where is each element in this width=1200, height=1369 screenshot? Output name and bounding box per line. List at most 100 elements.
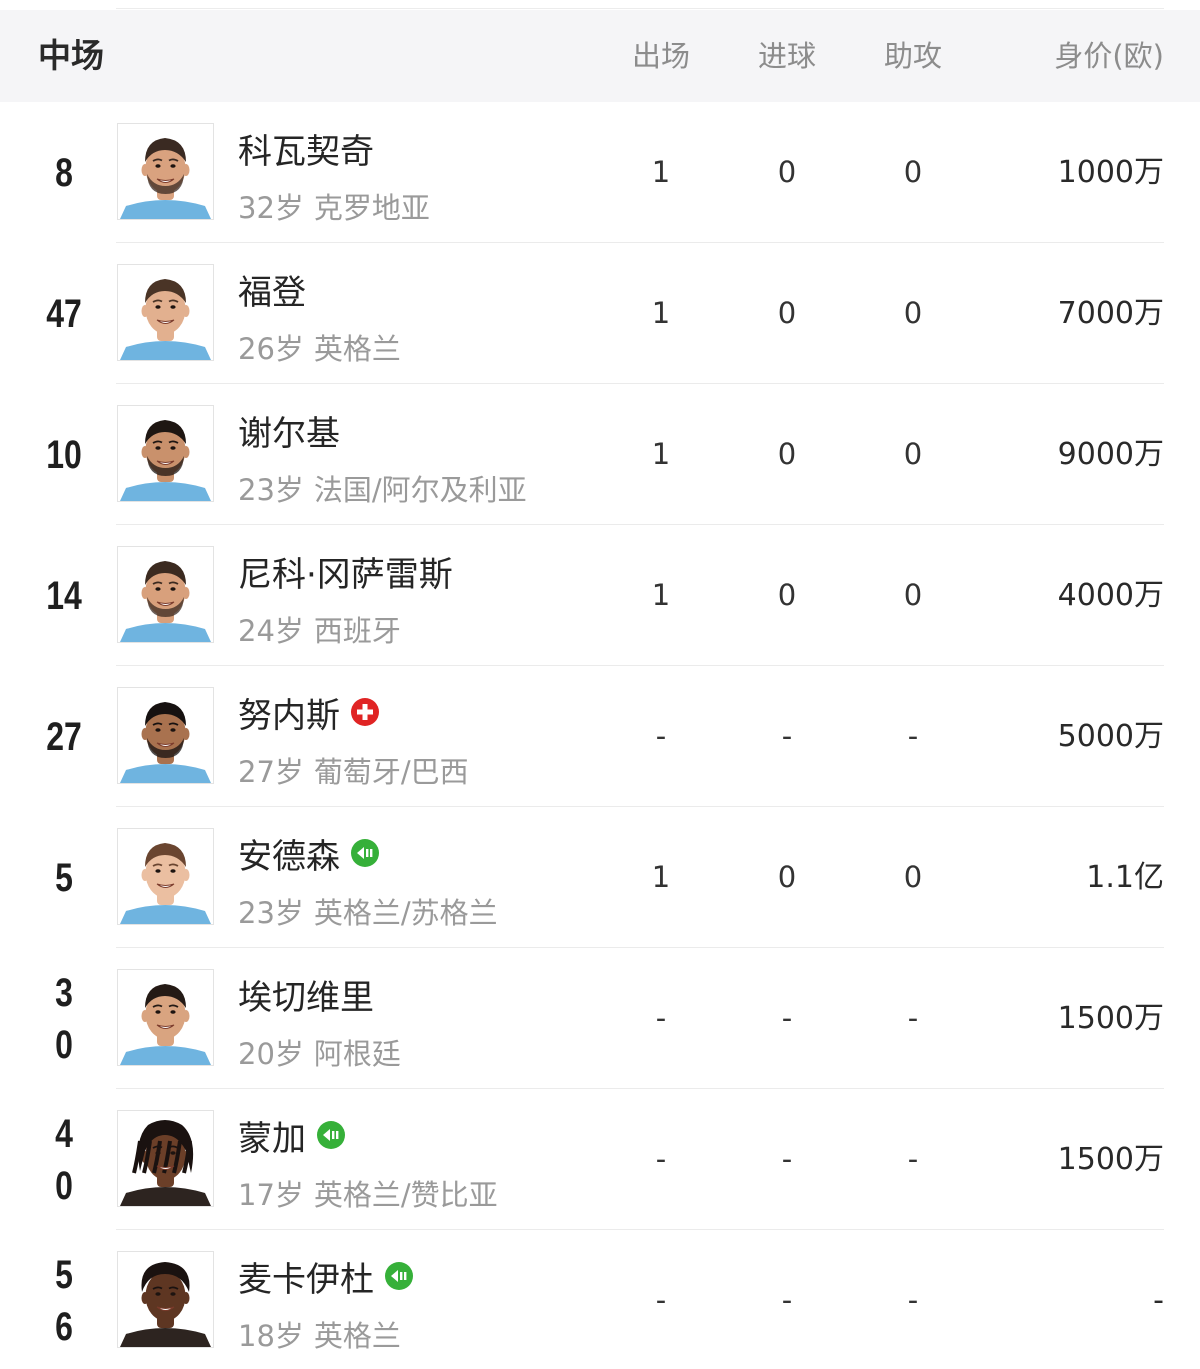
player-nationality: 阿根廷 <box>313 1037 401 1071</box>
stat-goals: - <box>781 719 793 753</box>
column-header-apps[interactable]: 出场 <box>601 10 721 102</box>
column-header-goals[interactable]: 进球 <box>727 10 847 102</box>
jersey-number-digit: 27 <box>46 714 82 759</box>
column-header-assists[interactable]: 助攻 <box>853 10 973 102</box>
player-row[interactable]: 14 尼科·冈萨雷斯 24岁 西班牙 1 0 0 4000万 <box>0 525 1200 666</box>
column-header-market-value[interactable]: 身价(欧) <box>964 10 1164 102</box>
player-name[interactable]: 福登 <box>238 267 306 313</box>
player-row[interactable]: 27 努内斯 27岁 葡萄牙/巴西 - - -5000万 <box>0 666 1200 807</box>
player-age: 32岁 <box>238 191 304 225</box>
transfer-in-icon <box>350 838 380 868</box>
jersey-number: 10 <box>37 384 91 525</box>
player-name[interactable]: 埃切维里 <box>238 972 374 1018</box>
stat-market-value: 7000万 <box>1057 296 1164 331</box>
player-photo-svg <box>118 688 213 783</box>
stat-goals: 0 <box>777 860 797 894</box>
stat-market-value: - <box>1153 1283 1164 1318</box>
player-age: 27岁 <box>238 755 304 789</box>
player-info: 17岁 英格兰/赞比亚 <box>238 1175 498 1215</box>
stat-market-value: 1000万 <box>1057 155 1164 190</box>
player-info: 27岁 葡萄牙/巴西 <box>238 752 469 792</box>
player-name-text: 尼科·冈萨雷斯 <box>238 554 453 595</box>
player-info: 20岁 阿根廷 <box>238 1034 401 1074</box>
stat-goals: 0 <box>777 437 797 471</box>
player-avatar[interactable] <box>117 828 214 925</box>
player-name[interactable]: 谢尔基 <box>238 408 340 454</box>
player-avatar[interactable] <box>117 687 214 784</box>
player-row[interactable]: 5 安德森 23岁 英格兰/苏格兰 1 0 0 1.1亿 <box>0 807 1200 948</box>
player-name[interactable]: 安德森 <box>238 831 380 877</box>
stat-market-value: 9000万 <box>1057 437 1164 472</box>
player-info: 23岁 法国/阿尔及利亚 <box>238 470 527 510</box>
player-name[interactable]: 努内斯 <box>238 690 380 736</box>
jersey-number-digit: 5 <box>55 855 73 900</box>
player-name-text: 蒙加 <box>238 1118 306 1159</box>
player-avatar[interactable] <box>117 123 214 220</box>
player-name-text: 麦卡伊杜 <box>238 1259 374 1300</box>
jersey-number-digit: 14 <box>46 573 82 618</box>
player-row[interactable]: 5 6 麦卡伊杜 18岁 英格兰 - - - - <box>0 1230 1200 1369</box>
stat-apps: - <box>655 1001 667 1035</box>
player-name[interactable]: 尼科·冈萨雷斯 <box>238 549 453 595</box>
player-avatar[interactable] <box>117 1110 214 1207</box>
player-avatar[interactable] <box>117 264 214 361</box>
player-photo-svg <box>118 265 213 360</box>
jersey-number-digit: 0 <box>55 1163 73 1208</box>
player-row[interactable]: 3 0 埃切维里 20岁 阿根廷 - - -1500万 <box>0 948 1200 1089</box>
transfer-in-icon <box>384 1261 414 1291</box>
jersey-number-digit: 47 <box>46 291 82 336</box>
player-name-text: 科瓦契奇 <box>238 131 374 172</box>
player-avatar[interactable] <box>117 1251 214 1348</box>
player-name-text: 福登 <box>238 272 306 313</box>
player-row[interactable]: 10 谢尔基 23岁 法国/阿尔及利亚 1 0 0 9000万 <box>0 384 1200 525</box>
player-row[interactable]: 8 科瓦契奇 32岁 克罗地亚 1 0 0 1000万 <box>0 102 1200 243</box>
stat-goals: - <box>781 1001 793 1035</box>
jersey-number-digit: 8 <box>55 150 73 195</box>
player-info: 32岁 克罗地亚 <box>238 188 430 228</box>
player-photo-svg <box>118 829 213 924</box>
player-age: 24岁 <box>238 614 304 648</box>
injury-cross-icon <box>350 697 380 727</box>
player-avatar[interactable] <box>117 405 214 502</box>
player-name[interactable]: 科瓦契奇 <box>238 126 374 172</box>
player-nationality: 英格兰/赞比亚 <box>313 1178 498 1212</box>
player-nationality: 英格兰 <box>313 1319 401 1353</box>
stat-market-value: 1500万 <box>1057 1001 1164 1036</box>
jersey-number-digit: 6 <box>55 1304 73 1349</box>
player-info: 18岁 英格兰 <box>238 1316 401 1356</box>
stat-market-value: 1.1亿 <box>1086 860 1164 895</box>
player-row[interactable]: 4 0 蒙加 17岁 英格兰/赞比亚 - - -1500万 <box>0 1089 1200 1230</box>
player-info: 26岁 英格兰 <box>238 329 401 369</box>
player-photo-svg <box>118 970 213 1065</box>
player-name[interactable]: 蒙加 <box>238 1113 346 1159</box>
stat-apps: 1 <box>651 578 671 612</box>
player-photo-svg <box>118 1111 213 1206</box>
player-nationality: 葡萄牙/巴西 <box>313 755 469 789</box>
table-header: 中场 出场 进球 助攻 身价(欧) <box>0 10 1200 102</box>
jersey-number: 47 <box>37 243 91 384</box>
player-name-text: 努内斯 <box>238 695 340 736</box>
stat-goals: 0 <box>777 296 797 330</box>
transfer-in-icon <box>316 1120 346 1150</box>
player-nationality: 克罗地亚 <box>313 191 430 225</box>
player-row[interactable]: 47 福登 26岁 英格兰 1 0 0 7000万 <box>0 243 1200 384</box>
stat-apps: 1 <box>651 860 671 894</box>
jersey-number-digit: 5 <box>55 1252 73 1297</box>
jersey-number: 30 <box>37 948 91 1089</box>
player-age: 26岁 <box>238 332 304 366</box>
jersey-number: 14 <box>37 525 91 666</box>
player-nationality: 英格兰/苏格兰 <box>313 896 498 930</box>
player-name-text: 谢尔基 <box>238 413 340 454</box>
player-name[interactable]: 麦卡伊杜 <box>238 1254 414 1300</box>
player-avatar[interactable] <box>117 546 214 643</box>
player-avatar[interactable] <box>117 969 214 1066</box>
top-divider <box>116 8 1164 9</box>
player-nationality: 西班牙 <box>313 614 401 648</box>
player-age: 20岁 <box>238 1037 304 1071</box>
stat-apps: 1 <box>651 296 671 330</box>
jersey-number: 40 <box>37 1089 91 1230</box>
stat-goals: 0 <box>777 578 797 612</box>
section-title: 中场 <box>38 36 104 75</box>
stat-goals: - <box>781 1142 793 1176</box>
player-age: 18岁 <box>238 1319 304 1353</box>
